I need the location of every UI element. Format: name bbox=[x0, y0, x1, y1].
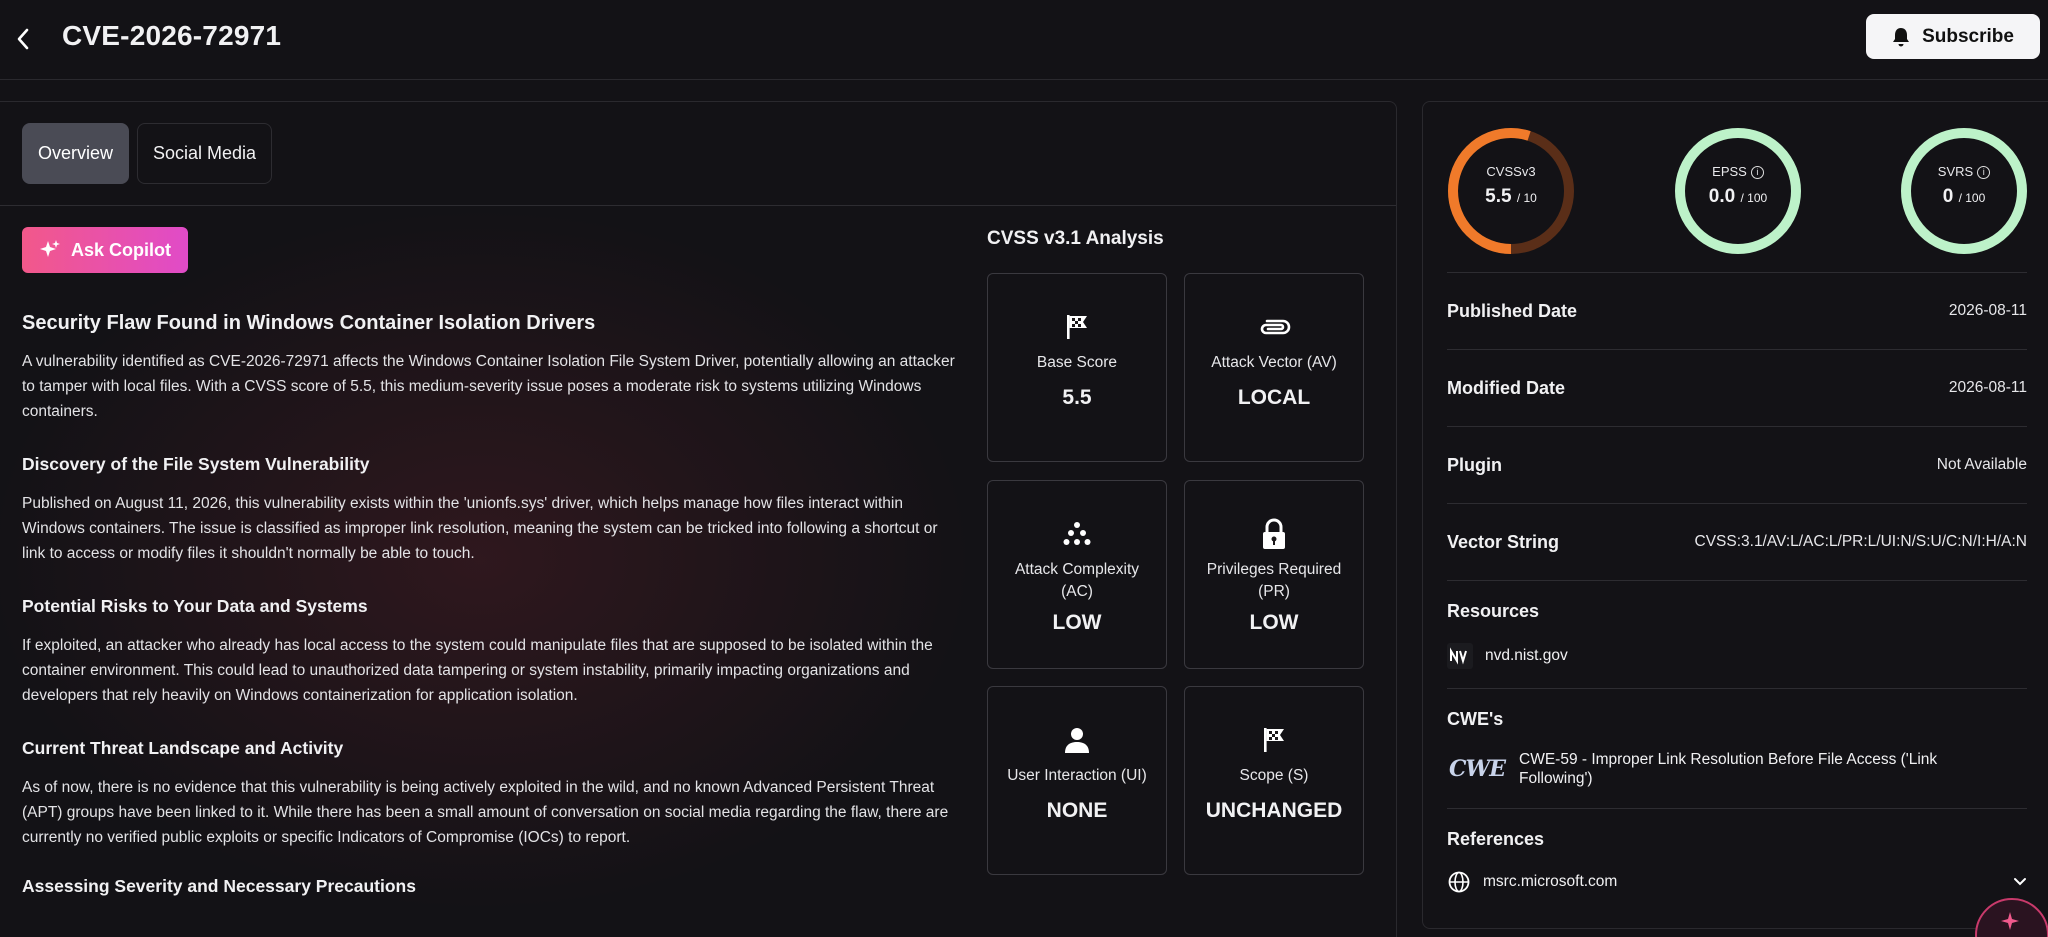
chevron-left-icon bbox=[17, 28, 29, 50]
cvss-analysis-title: CVSS v3.1 Analysis bbox=[987, 228, 1164, 249]
metric-label: Attack Vector (AV) bbox=[1211, 354, 1337, 371]
cwe-link[interactable]: CWE CWE-59 - Improper Link Resolution Be… bbox=[1447, 750, 2007, 788]
metric-label: Privileges Required (PR) bbox=[1206, 561, 1342, 600]
info-icon[interactable]: i bbox=[1750, 166, 1764, 180]
metric-label: User Interaction (UI) bbox=[1007, 767, 1147, 784]
tab-divider bbox=[0, 205, 1396, 206]
paperclip-icon bbox=[1257, 312, 1291, 342]
article-subheading: Potential Risks to Your Data and Systems bbox=[22, 596, 368, 616]
subscribe-button[interactable]: Subscribe bbox=[1866, 14, 2040, 59]
article: Security Flaw Found in Windows Container… bbox=[22, 312, 962, 913]
cwe-label: CWE-59 - Improper Link Resolution Before… bbox=[1519, 751, 1938, 787]
row-label: Published Date bbox=[1447, 300, 1578, 321]
article-subheading: Assessing Severity and Necessary Precaut… bbox=[22, 876, 416, 896]
tab-overview[interactable]: Overview bbox=[22, 123, 130, 184]
divider bbox=[1447, 808, 2027, 809]
row-label: Vector String bbox=[1447, 531, 1560, 552]
sparkle-icon bbox=[2001, 912, 2019, 930]
metric-card-base-score: Base Score 5.5 bbox=[987, 273, 1167, 462]
modified-date-row: Modified Date 2026-08-11 bbox=[1447, 349, 2027, 426]
row-label: Modified Date bbox=[1447, 377, 1566, 398]
dots-icon bbox=[1063, 519, 1091, 549]
metric-value: NONE bbox=[1046, 799, 1108, 822]
tab-bar: Overview Social Media bbox=[22, 123, 273, 184]
metric-card-attack-vector: Attack Vector (AV) LOCAL bbox=[1184, 273, 1364, 462]
cvss-score-gauge: CVSSv3 5.5 / 10 bbox=[1446, 126, 1576, 256]
row-value: CVSS:3.1/AV:L/AC:L/PR:L/UI:N/S:U/C:N/I:H… bbox=[1694, 533, 2028, 550]
metric-value: UNCHANGED bbox=[1205, 799, 1343, 822]
metric-value: LOCAL bbox=[1237, 386, 1311, 409]
metric-value: 5.5 bbox=[1062, 386, 1092, 409]
metric-card-user-interaction: User Interaction (UI) NONE bbox=[987, 686, 1167, 875]
back-button[interactable] bbox=[10, 24, 36, 54]
info-icon[interactable]: i bbox=[1977, 166, 1991, 180]
metric-label: Scope (S) bbox=[1239, 767, 1309, 784]
chevron-down-icon[interactable] bbox=[2013, 877, 2027, 887]
lock-icon bbox=[1261, 518, 1287, 549]
row-value: 2026-08-11 bbox=[1948, 379, 2027, 396]
ask-copilot-button[interactable]: Ask Copilot bbox=[22, 227, 188, 273]
metric-value: LOW bbox=[1052, 611, 1102, 634]
article-paragraph: If exploited, an attacker who already ha… bbox=[22, 637, 933, 704]
metric-card-privileges-required: Privileges Required (PR) LOW bbox=[1184, 480, 1364, 669]
tab-social-media[interactable]: Social Media bbox=[137, 123, 273, 184]
resources-title: Resources bbox=[1447, 601, 1540, 621]
sparkle-icon bbox=[39, 240, 60, 257]
metric-value: LOW bbox=[1249, 611, 1299, 634]
nvd-logo-icon bbox=[1447, 643, 1473, 669]
metric-card-attack-complexity: Attack Complexity (AC) LOW bbox=[987, 480, 1167, 669]
flag-icon bbox=[1063, 312, 1091, 342]
overview-panel: Overview Social Media Ask Copilot Securi… bbox=[0, 101, 1397, 937]
flag-icon bbox=[1260, 725, 1288, 755]
article-paragraph: A vulnerability identified as CVE-2026-7… bbox=[22, 353, 955, 420]
vector-string-row: Vector String CVSS:3.1/AV:L/AC:L/PR:L/UI… bbox=[1447, 503, 2027, 580]
metric-label: Attack Complexity (AC) bbox=[1014, 561, 1140, 600]
article-subheading: Discovery of the File System Vulnerabili… bbox=[22, 454, 370, 474]
gauge-value: 0.0 / 100 bbox=[1708, 186, 1768, 207]
svrs-score-gauge: SVRS i 0 / 100 bbox=[1899, 126, 2029, 256]
user-icon bbox=[1064, 725, 1090, 755]
row-value: 2026-08-11 bbox=[1948, 302, 2027, 319]
divider bbox=[1447, 688, 2027, 689]
row-value: Not Available bbox=[1936, 456, 2027, 473]
reference-link[interactable]: msrc.microsoft.com bbox=[1447, 870, 2027, 894]
gauge-name: EPSS i bbox=[1673, 164, 1803, 180]
published-date-row: Published Date 2026-08-11 bbox=[1447, 272, 2027, 349]
details-panel: CVSSv3 5.5 / 10 EPSS i 0.0 / 100 SVRS i 0 … bbox=[1422, 101, 2048, 929]
references-title: References bbox=[1447, 829, 1545, 849]
reference-label: msrc.microsoft.com bbox=[1483, 873, 1618, 890]
ask-copilot-label: Ask Copilot bbox=[70, 239, 171, 260]
bell-icon bbox=[1893, 27, 1910, 46]
subscribe-label: Subscribe bbox=[1922, 25, 2014, 47]
cwes-title: CWE's bbox=[1447, 709, 1504, 729]
article-paragraph: Published on August 11, 2026, this vulne… bbox=[22, 495, 938, 562]
epss-score-gauge: EPSS i 0.0 / 100 bbox=[1673, 126, 1803, 256]
plugin-row: Plugin Not Available bbox=[1447, 426, 2027, 503]
gauge-value: 5.5 / 10 bbox=[1485, 186, 1537, 207]
resource-link[interactable]: nvd.nist.gov bbox=[1447, 643, 1568, 669]
resource-label: nvd.nist.gov bbox=[1485, 647, 1568, 664]
row-label: Plugin bbox=[1447, 454, 1502, 475]
gauge-name: SVRS i bbox=[1899, 164, 2029, 180]
article-paragraph: As of now, there is no evidence that thi… bbox=[22, 779, 949, 846]
metric-label: Base Score bbox=[1036, 354, 1118, 371]
article-subheading: Current Threat Landscape and Activity bbox=[22, 738, 344, 758]
article-heading: Security Flaw Found in Windows Container… bbox=[22, 312, 596, 334]
page-header: CVE-2026-72971 Subscribe bbox=[0, 0, 2048, 80]
gauge-value: 0 / 100 bbox=[1942, 186, 1986, 207]
globe-icon bbox=[1448, 871, 1470, 893]
cwe-logo-icon: CWE bbox=[1449, 756, 1506, 782]
metric-card-scope: Scope (S) UNCHANGED bbox=[1184, 686, 1364, 875]
gauge-name: CVSSv3 bbox=[1486, 164, 1536, 179]
page-title: CVE-2026-72971 bbox=[62, 20, 282, 51]
divider bbox=[1447, 580, 2027, 581]
